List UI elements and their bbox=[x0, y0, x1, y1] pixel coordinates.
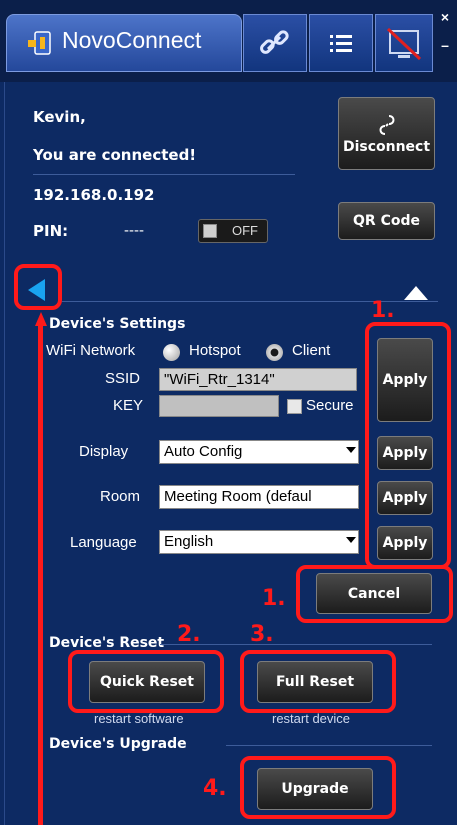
display-select[interactable]: Auto Config bbox=[159, 440, 359, 464]
display-value: Auto Config bbox=[164, 443, 243, 460]
divider bbox=[226, 745, 432, 746]
annotation-number: 1. bbox=[371, 298, 395, 323]
client-label: Client bbox=[292, 342, 331, 359]
ssid-field[interactable]: "WiFi_Rtr_1314" bbox=[159, 368, 357, 391]
disconnect-icon bbox=[379, 114, 394, 135]
language-select[interactable]: English bbox=[159, 530, 359, 554]
annotation-number: 2. bbox=[177, 622, 201, 647]
key-label: KEY bbox=[113, 397, 144, 414]
annotation-arrow-line bbox=[38, 324, 43, 825]
display-label: Display bbox=[79, 443, 129, 460]
quick-reset-caption: restart software bbox=[94, 711, 184, 726]
highlight-cancel bbox=[296, 565, 453, 623]
tab-list[interactable] bbox=[309, 14, 373, 72]
app-title: NovoConnect bbox=[62, 27, 202, 53]
highlight-back-arrow bbox=[14, 264, 62, 310]
key-field[interactable] bbox=[159, 395, 279, 417]
secure-checkbox[interactable] bbox=[287, 399, 302, 414]
annotation-number: 1. bbox=[262, 586, 286, 611]
reset-heading: Device's Reset bbox=[49, 635, 165, 651]
tab-screen[interactable] bbox=[375, 14, 433, 72]
ssid-label: SSID bbox=[105, 370, 141, 387]
window-controls: × – bbox=[437, 8, 453, 78]
novoconnect-logo-icon bbox=[28, 31, 51, 55]
secure-label: Secure bbox=[306, 397, 354, 414]
wifi-network-label: WiFi Network bbox=[46, 342, 136, 359]
tab-link[interactable] bbox=[243, 14, 307, 72]
chevron-down-icon bbox=[346, 537, 356, 543]
annotation-number: 4. bbox=[203, 776, 227, 801]
room-label: Room bbox=[100, 488, 141, 505]
annotation-number: 3. bbox=[250, 622, 274, 647]
toggle-knob bbox=[203, 224, 217, 238]
connection-status: You are connected! bbox=[33, 146, 197, 164]
collapse-up-icon[interactable] bbox=[403, 285, 429, 301]
language-label: Language bbox=[70, 534, 137, 551]
list-icon bbox=[330, 35, 352, 52]
highlight-quick-reset bbox=[68, 650, 224, 713]
ip-address: 192.168.0.192 bbox=[33, 186, 155, 204]
highlight-apply-group bbox=[365, 322, 451, 569]
upgrade-heading: Device's Upgrade bbox=[49, 736, 187, 752]
client-radio[interactable] bbox=[266, 344, 283, 361]
pin-toggle[interactable]: OFF bbox=[198, 219, 268, 243]
room-field[interactable]: Meeting Room (defaul bbox=[159, 485, 359, 509]
language-value: English bbox=[164, 533, 214, 550]
disconnect-label: Disconnect bbox=[342, 138, 431, 155]
qr-code-button[interactable]: QR Code bbox=[338, 202, 435, 240]
toggle-label: OFF bbox=[232, 223, 258, 238]
settings-heading: Device's Settings bbox=[49, 316, 186, 332]
highlight-full-reset bbox=[240, 650, 396, 713]
pin-label: PIN: bbox=[33, 222, 69, 240]
full-reset-caption: restart device bbox=[272, 711, 351, 726]
close-button[interactable]: × bbox=[437, 8, 453, 26]
divider bbox=[160, 644, 432, 645]
minimize-button[interactable]: – bbox=[437, 36, 453, 54]
highlight-upgrade bbox=[240, 756, 396, 819]
hotspot-label: Hotspot bbox=[189, 342, 241, 359]
disconnect-button[interactable]: Disconnect bbox=[338, 97, 435, 170]
user-greeting: Kevin, bbox=[33, 108, 86, 126]
screen-off-icon bbox=[386, 27, 422, 61]
hotspot-radio[interactable] bbox=[163, 344, 180, 361]
pin-value: ---- bbox=[124, 222, 144, 239]
chevron-down-icon bbox=[346, 447, 356, 453]
link-icon bbox=[260, 30, 289, 54]
divider bbox=[33, 174, 295, 175]
